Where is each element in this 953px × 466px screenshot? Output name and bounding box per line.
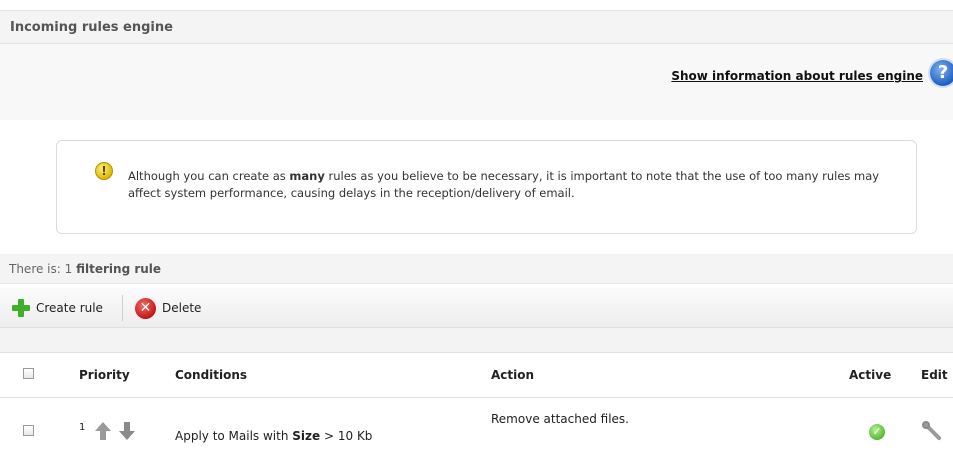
spacer-strip [0,328,953,352]
priority-header[interactable]: Priority [79,353,175,398]
select-all-cell [0,353,79,398]
select-all-checkbox[interactable] [23,368,34,379]
create-rule-button[interactable]: Create rule [12,298,103,318]
toolbar-separator [122,295,123,321]
row-select-cell [0,398,79,466]
move-down-icon[interactable] [119,422,135,442]
toolbar: Create rule ✕ Delete [0,288,953,328]
page-title: Incoming rules engine [10,20,173,35]
notice-text: Although you can create as many rules as… [128,168,898,202]
rules-table: Priority Conditions Action Active Edit 1… [0,352,953,466]
move-up-icon[interactable] [95,422,111,442]
row-checkbox[interactable] [23,425,34,436]
page-header: Incoming rules engine [0,10,953,44]
active-header[interactable]: Active [849,353,921,398]
rule-count-label: There is: 1 filtering rule [9,262,161,276]
action-header[interactable]: Action [491,353,849,398]
delete-button[interactable]: ✕ Delete [135,298,201,318]
rules-engine-info-link[interactable]: Show information about rules engine [671,69,923,83]
plus-icon [12,299,30,317]
help-icon[interactable]: ? [930,60,953,86]
delete-icon: ✕ [135,298,156,319]
rule-count-bar: There is: 1 filtering rule [0,254,953,284]
delete-label: Delete [162,301,201,315]
action-cell: Remove attached files. [491,398,849,466]
edit-cell [921,398,953,466]
priority-cell: 1 [79,398,175,466]
active-cell: ✓ [849,398,921,466]
conditions-cell: Apply to Mails with Size > 10 Kb [175,398,491,466]
conditions-header[interactable]: Conditions [175,353,491,398]
create-rule-label: Create rule [36,301,103,315]
edit-header: Edit [921,353,953,398]
active-check-icon[interactable]: ✓ [869,424,885,440]
performance-notice: ! Although you can create as many rules … [56,140,917,234]
table-header-row: Priority Conditions Action Active Edit [0,353,953,398]
wrench-icon[interactable] [921,420,943,442]
info-area: Show information about rules engine ? [0,44,953,120]
priority-value: 1 [79,422,85,433]
table-row: 1 Apply to Mails with Size > 10 Kb Remov… [0,398,953,466]
warning-icon: ! [95,162,113,180]
